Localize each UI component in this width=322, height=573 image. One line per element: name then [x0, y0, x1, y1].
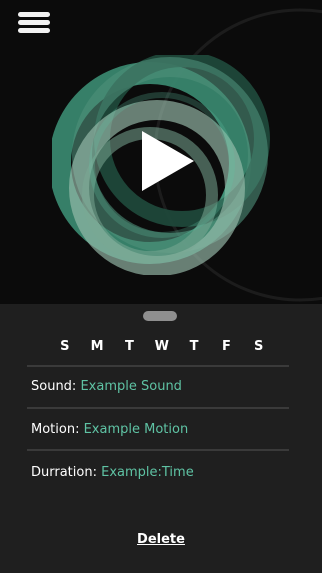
day-friday[interactable]: F	[217, 339, 237, 354]
play-button[interactable]	[52, 55, 272, 275]
day-thursday[interactable]: T	[184, 339, 204, 354]
details-sheet: S M T W T F S Sound: Example Sound Motio…	[0, 304, 322, 573]
hero-area	[0, 0, 322, 304]
divider	[27, 449, 289, 451]
duration-value: Example:Time	[101, 465, 194, 480]
day-saturday[interactable]: S	[249, 339, 269, 354]
day-tuesday[interactable]: T	[120, 339, 140, 354]
motion-row[interactable]: Motion: Example Motion	[31, 422, 188, 437]
hamburger-icon	[18, 12, 50, 17]
divider	[27, 407, 289, 409]
day-sunday[interactable]: S	[55, 339, 75, 354]
duration-label: Durration:	[31, 465, 97, 480]
sound-row[interactable]: Sound: Example Sound	[31, 379, 182, 394]
motion-value: Example Motion	[83, 422, 189, 437]
sound-value: Example Sound	[80, 379, 182, 394]
day-wednesday[interactable]: W	[152, 339, 172, 354]
day-monday[interactable]: M	[87, 339, 107, 354]
sheet-handle[interactable]	[143, 311, 177, 321]
divider	[27, 365, 289, 367]
app-screen: S M T W T F S Sound: Example Sound Motio…	[0, 0, 322, 573]
sound-label: Sound:	[31, 379, 77, 394]
menu-button[interactable]	[18, 12, 50, 34]
motion-label: Motion:	[31, 422, 80, 437]
delete-button[interactable]: Delete	[0, 532, 322, 547]
day-selector: S M T W T F S	[55, 339, 269, 354]
duration-row[interactable]: Durration: Example:Time	[31, 465, 194, 480]
